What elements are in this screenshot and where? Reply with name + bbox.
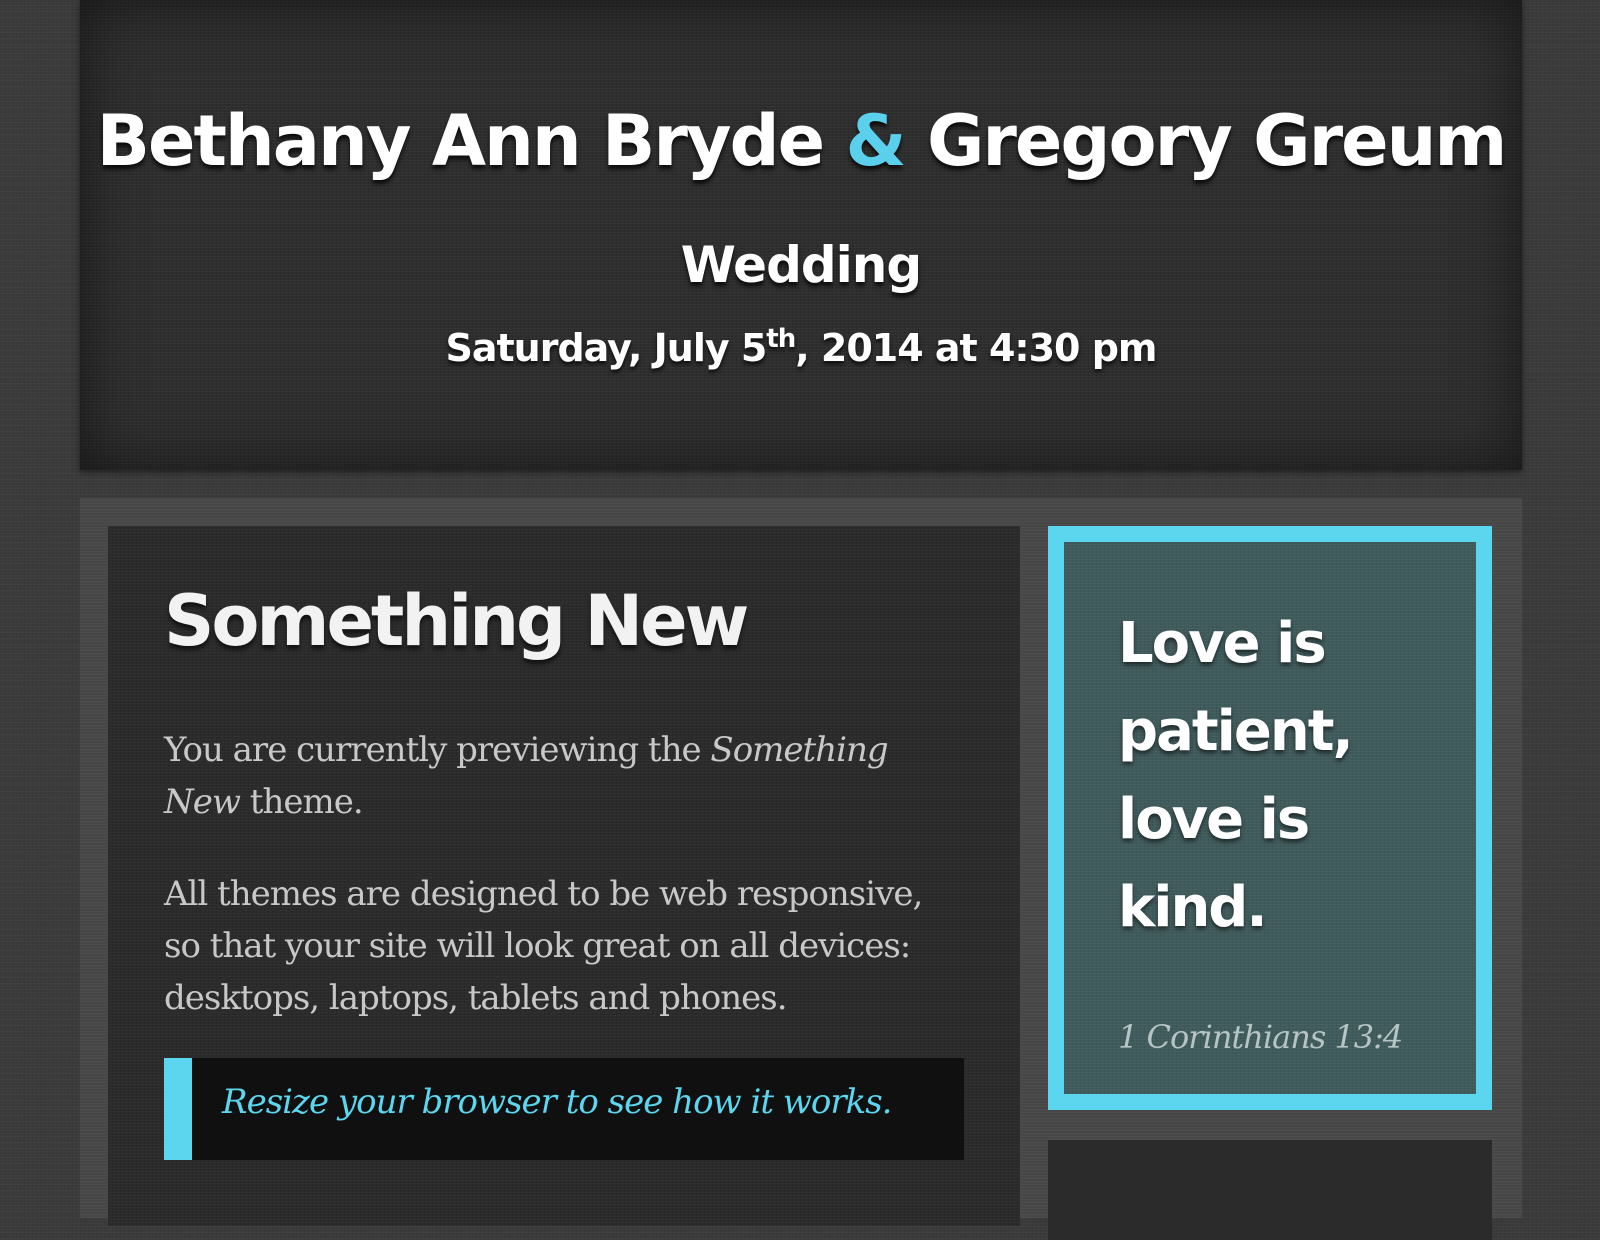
name-one: Bethany Ann Bryde (96, 100, 825, 182)
main-content-panel: Something New You are currently previewi… (108, 526, 1020, 1226)
content-area: Something New You are currently previewi… (80, 498, 1522, 1240)
callout-text: Resize your browser to see how it works. (222, 1082, 892, 1122)
quote-text: Love is patient, love is kind. (1118, 611, 1354, 940)
page-title: Something New (164, 580, 749, 662)
event-date-suffix: th (766, 324, 796, 354)
event-date-main: Saturday, July 5 (445, 326, 768, 370)
site-header: Bethany Ann Bryde & Gregory Greum Weddin… (80, 0, 1522, 470)
couple-names: Bethany Ann Bryde & Gregory Greum (80, 100, 1522, 182)
name-two: Gregory Greum (926, 100, 1507, 182)
intro-paragraph: You are currently previewing the Somethi… (164, 724, 964, 828)
ampersand: & (845, 100, 907, 182)
quote-panel: Love is patient, love is kind. 1 Corinth… (1048, 526, 1492, 1110)
intro-text-before: You are currently previewing the (164, 730, 711, 770)
event-title: Wedding (680, 236, 922, 294)
resize-callout: Resize your browser to see how it works. (164, 1058, 964, 1160)
event-date: Saturday, July 5th, 2014 at 4:30 pm (80, 326, 1522, 370)
quote-citation: 1 Corinthians 13:4 (1118, 1018, 1403, 1056)
event-date-rest: , 2014 at 4:30 pm (795, 326, 1157, 370)
responsive-paragraph: All themes are designed to be web respon… (164, 874, 923, 1018)
intro-text-after: theme. (239, 782, 364, 822)
sidebar-panel-secondary (1048, 1140, 1492, 1240)
